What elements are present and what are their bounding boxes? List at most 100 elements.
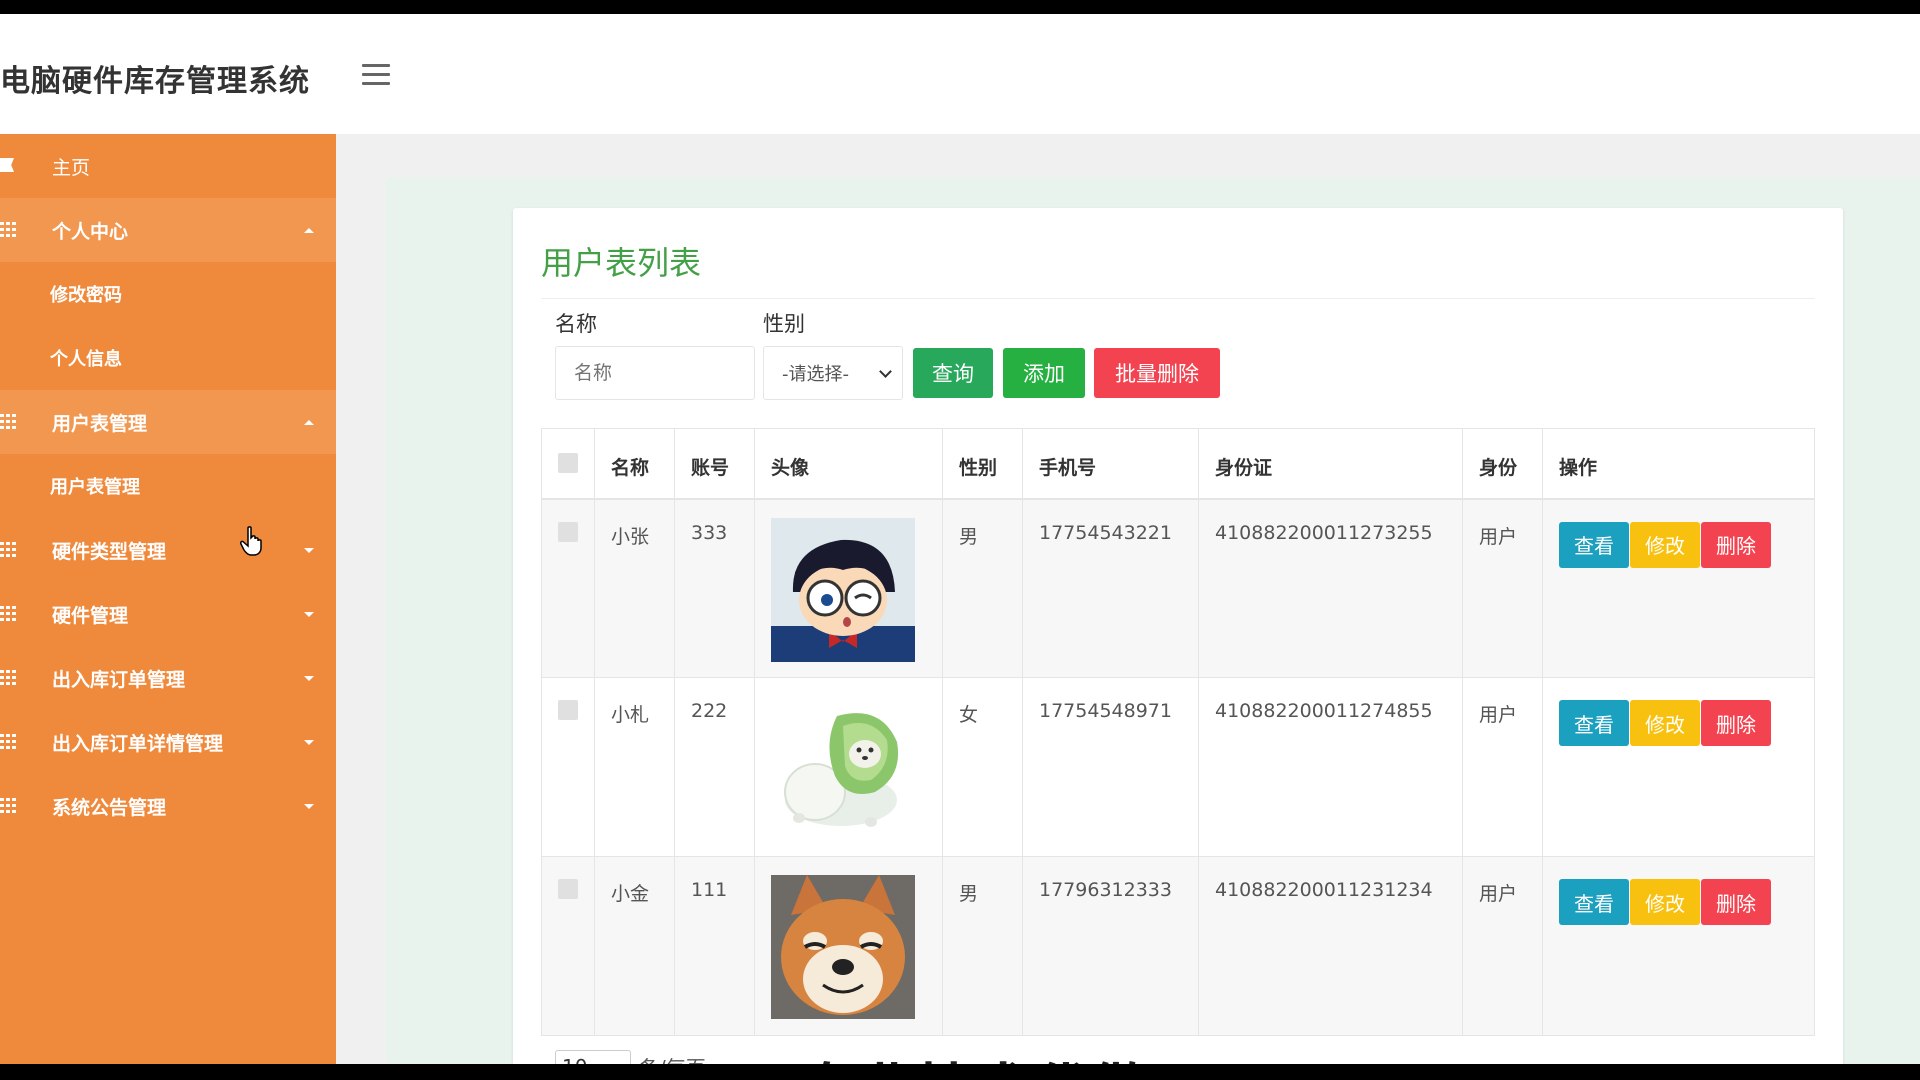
col-role: 身份 [1462,428,1543,500]
sidebar-item-hardware-type-mgmt[interactable]: 硬件类型管理 [0,518,336,582]
view-button[interactable]: 查看 [1559,700,1629,746]
edit-button[interactable]: 修改 [1630,700,1700,746]
grid-icon [0,222,18,238]
delete-button[interactable]: 删除 [1701,700,1771,746]
flag-icon [0,158,18,174]
table-row: 小金 111 男 17796312333 410882200011231234 … [541,856,1815,1036]
sidebar-subitem-change-password[interactable]: 修改密码 [0,262,336,326]
grid-icon [0,542,18,558]
caret-up-icon [304,228,314,233]
query-button[interactable]: 查询 [913,348,993,398]
view-button[interactable]: 查看 [1559,879,1629,925]
row-checkbox[interactable] [558,879,578,899]
cell-account: 333 [674,498,755,678]
edit-button[interactable]: 修改 [1630,521,1700,568]
page-size-select[interactable]: 10 [555,1050,631,1064]
sidebar-item-personal-center[interactable]: 个人中心 [0,198,336,262]
add-button[interactable]: 添加 [1003,348,1085,398]
table-row: 小张 333 男 17754543221 410882200011273255 … [541,498,1815,678]
col-id-card: 身份证 [1198,428,1463,500]
sidebar-item-notice-mgmt[interactable]: 系统公告管理 [0,774,336,838]
sidebar-item-hardware-mgmt[interactable]: 硬件管理 [0,582,336,646]
hamburger-menu-icon[interactable] [362,64,390,86]
cell-account: 111 [674,856,755,1036]
edit-button[interactable]: 修改 [1630,879,1700,925]
delete-button[interactable]: 删除 [1701,521,1771,568]
col-actions: 操作 [1542,428,1815,500]
cell-id-card: 410882200011273255 [1198,498,1463,678]
grid-icon [0,798,18,814]
cabbage-dog-avatar [771,696,915,840]
sidebar-subitem-personal-info[interactable]: 个人信息 [0,326,336,390]
cell-id-card: 410882200011274855 [1198,677,1463,857]
sidebar-item-label: 出入库订单详情管理 [52,732,224,755]
chevron-down-icon [879,365,892,378]
gender-filter-select[interactable]: -请选择- [763,346,903,400]
grid-icon [0,670,18,686]
sidebar-item-io-order-detail-mgmt[interactable]: 出入库订单详情管理 [0,710,336,774]
cell-actions: 查看 修改 删除 [1542,498,1815,678]
cell-avatar [754,498,943,678]
caret-down-icon [304,676,314,681]
sidebar-item-home[interactable]: 主页 [0,134,336,198]
watermark-text: 专业技术代做 [800,1044,1148,1064]
sidebar-item-label: 系统公告管理 [52,796,167,819]
app-title: 电脑硬件库存管理系统 [0,64,310,99]
cell-gender: 男 [942,856,1023,1036]
cell-id-card: 410882200011231234 [1198,856,1463,1036]
caret-down-icon [304,804,314,809]
gender-filter-label: 性别 [763,312,805,336]
sidebar-item-label: 用户表管理 [52,412,148,435]
view-button[interactable]: 查看 [1559,521,1629,568]
delete-button[interactable]: 删除 [1701,879,1771,925]
cell-name: 小札 [594,677,675,857]
col-phone: 手机号 [1022,428,1199,500]
sidebar: 主页 个人中心 修改密码 个人信息 用户表管理 用户表管理 硬件类型管理 硬件管… [0,134,336,1064]
per-page-label: 条/每页 [639,1052,706,1064]
name-filter-input[interactable] [555,346,755,400]
cell-phone: 17796312333 [1022,856,1199,1036]
shiba-dog-avatar [771,875,915,1019]
caret-down-icon [304,740,314,745]
top-header: 电脑硬件库存管理系统 [0,14,1920,134]
cell-avatar [754,856,943,1036]
grid-icon [0,606,18,622]
cell-role: 用户 [1462,856,1543,1036]
user-list-card: 用户表列表 名称 性别 -请选择- 查询 添加 批量删除 名称 账号 头像 性别… [513,208,1843,1064]
cell-phone: 17754543221 [1022,498,1199,678]
sidebar-item-label: 硬件管理 [52,604,129,627]
batch-delete-button[interactable]: 批量删除 [1094,348,1220,398]
card-title: 用户表列表 [541,244,702,282]
select-all-checkbox[interactable] [558,453,578,473]
sidebar-item-user-table-mgmt[interactable]: 用户表管理 [0,390,336,454]
divider [541,298,1815,299]
caret-up-icon [304,420,314,425]
cell-actions: 查看 修改 删除 [1542,856,1815,1036]
caret-down-icon [304,548,314,553]
sidebar-item-label: 主页 [52,156,91,179]
sidebar-subitem-user-table-mgmt[interactable]: 用户表管理 [0,454,336,518]
gender-selected-value: -请选择- [782,364,849,385]
cell-name: 小金 [594,856,675,1036]
col-avatar: 头像 [754,428,943,500]
col-name: 名称 [594,428,675,500]
cell-phone: 17754548971 [1022,677,1199,857]
table-header-row: 名称 账号 头像 性别 手机号 身份证 身份 操作 [541,428,1815,500]
row-checkbox[interactable] [558,700,578,720]
select-all-cell [541,428,595,500]
cell-role: 用户 [1462,498,1543,678]
cell-gender: 女 [942,677,1023,857]
cell-avatar [754,677,943,857]
hand-cursor-icon [240,526,262,556]
grid-icon [0,414,18,430]
sidebar-item-label: 个人中心 [52,220,129,243]
col-gender: 性别 [942,428,1023,500]
col-account: 账号 [674,428,755,500]
cell-actions: 查看 修改 删除 [1542,677,1815,857]
row-checkbox-cell [541,677,595,857]
cell-gender: 男 [942,498,1023,678]
user-table: 名称 账号 头像 性别 手机号 身份证 身份 操作 小张 333 男 17754… [541,428,1815,1036]
sidebar-item-io-order-mgmt[interactable]: 出入库订单管理 [0,646,336,710]
row-checkbox[interactable] [558,521,578,542]
sidebar-item-label: 硬件类型管理 [52,540,167,563]
